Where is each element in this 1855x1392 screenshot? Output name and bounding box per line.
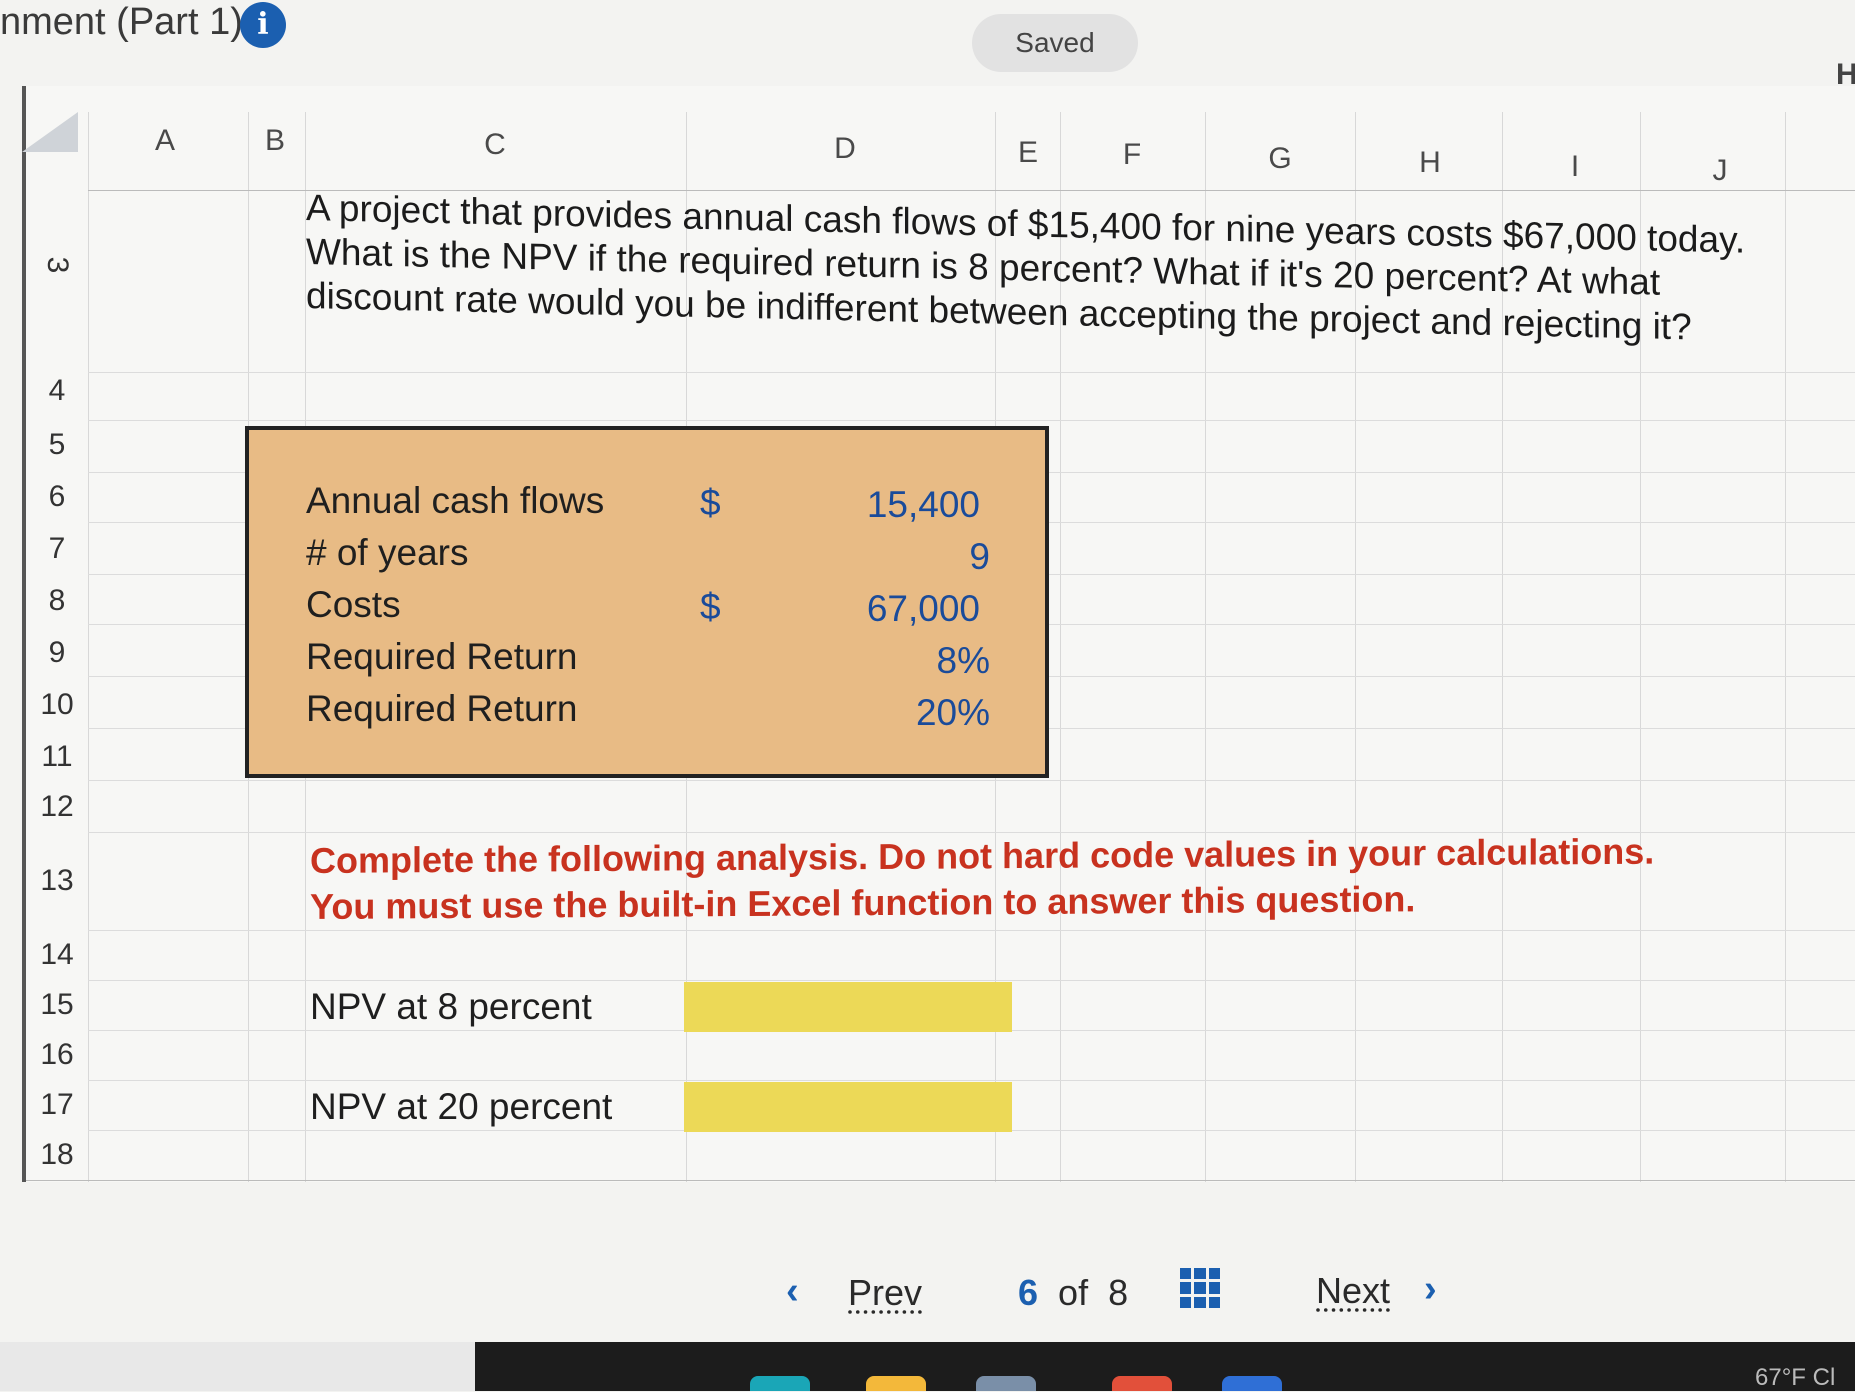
prev-button[interactable]: Prev xyxy=(848,1272,922,1314)
chevron-right-icon[interactable]: › xyxy=(1424,1268,1437,1311)
row-header-8[interactable]: 8 xyxy=(26,584,88,618)
input-value-costs[interactable]: 67,000 xyxy=(780,588,980,630)
row-header-4[interactable]: 4 xyxy=(26,374,88,408)
taskbar-search-area[interactable] xyxy=(0,1342,475,1391)
grid-line xyxy=(88,112,89,1182)
row-header-13[interactable]: 13 xyxy=(26,864,88,898)
instruction-text: Complete the following analysis. Do not … xyxy=(310,828,1760,930)
grid-line xyxy=(88,1080,1855,1081)
row-header-12[interactable]: 12 xyxy=(26,790,88,824)
input-value-annual-cash-flows[interactable]: 15,400 xyxy=(780,484,980,526)
row-header-7[interactable]: 7 xyxy=(26,532,88,566)
row-header-17[interactable]: 17 xyxy=(26,1088,88,1122)
column-header-g[interactable]: G xyxy=(1255,134,1305,184)
answer-label-npv-8: NPV at 8 percent xyxy=(310,986,592,1027)
answer-input-npv-8[interactable] xyxy=(684,982,1012,1032)
currency-symbol: $ xyxy=(700,482,721,523)
row-header-16[interactable]: 16 xyxy=(26,1038,88,1072)
column-header-i[interactable]: I xyxy=(1550,142,1600,192)
row-header-11[interactable]: 11 xyxy=(26,740,88,774)
input-value-required-return-1[interactable]: 8% xyxy=(790,640,990,682)
grid-line xyxy=(88,420,1855,421)
answer-label-npv-20: NPV at 20 percent xyxy=(310,1086,613,1127)
assignment-title: nment (Part 1) xyxy=(0,1,243,43)
taskbar-app-icon[interactable] xyxy=(1112,1376,1172,1391)
saved-status-badge: Saved xyxy=(972,14,1138,72)
input-label-costs: Costs xyxy=(306,584,401,625)
column-header-f[interactable]: F xyxy=(1107,130,1157,180)
page-indicator: 6 of 8 xyxy=(1018,1272,1128,1314)
row-header-14[interactable]: 14 xyxy=(26,938,88,972)
page-current: 6 xyxy=(1018,1272,1039,1313)
input-label-years: # of years xyxy=(306,532,469,573)
taskbar-app-icon[interactable] xyxy=(1222,1376,1282,1391)
column-header-c[interactable]: C xyxy=(470,120,520,170)
row-header-6[interactable]: 6 xyxy=(26,480,88,514)
input-label-required-return-2: Required Return xyxy=(306,688,578,729)
next-button[interactable]: Next xyxy=(1316,1270,1390,1312)
column-header-d[interactable]: D xyxy=(820,124,870,174)
row-header-15[interactable]: 15 xyxy=(26,988,88,1022)
grid-line xyxy=(88,780,1855,781)
weather-widget[interactable]: 67°F Cl xyxy=(1755,1364,1835,1392)
column-header-e[interactable]: E xyxy=(1003,128,1053,178)
select-all-corner[interactable] xyxy=(22,112,78,152)
input-label-annual-cash-flows: Annual cash flows xyxy=(306,480,605,521)
input-label-required-return-1: Required Return xyxy=(306,636,578,677)
taskbar-app-icon[interactable] xyxy=(976,1376,1036,1391)
answer-input-npv-20[interactable] xyxy=(684,1082,1012,1132)
grid-line xyxy=(26,1180,1855,1181)
page-of: of xyxy=(1058,1272,1089,1313)
column-header-a[interactable]: A xyxy=(140,116,190,166)
grid-icon[interactable] xyxy=(1180,1268,1220,1308)
row-header-10[interactable]: 10 xyxy=(26,688,88,722)
taskbar-app-icon[interactable] xyxy=(866,1376,926,1391)
column-header-h[interactable]: H xyxy=(1405,138,1455,188)
taskbar-app-icon[interactable] xyxy=(750,1376,810,1391)
row-header-3[interactable]: 3 xyxy=(40,234,74,296)
grid-line xyxy=(88,930,1855,931)
input-value-required-return-2[interactable]: 20% xyxy=(790,692,990,734)
grid-line xyxy=(88,980,1855,981)
input-value-years[interactable]: 9 xyxy=(790,536,990,578)
row-header-18[interactable]: 18 xyxy=(26,1138,88,1172)
info-icon[interactable]: i xyxy=(240,2,286,48)
row-header-5[interactable]: 5 xyxy=(26,428,88,462)
currency-symbol: $ xyxy=(700,586,721,627)
row-header-9[interactable]: 9 xyxy=(26,636,88,670)
column-header-j[interactable]: J xyxy=(1695,146,1745,196)
chevron-left-icon[interactable]: ‹ xyxy=(786,1270,799,1313)
page-total: 8 xyxy=(1108,1272,1129,1313)
grid-line xyxy=(88,372,1855,373)
column-header-b[interactable]: B xyxy=(250,116,300,166)
